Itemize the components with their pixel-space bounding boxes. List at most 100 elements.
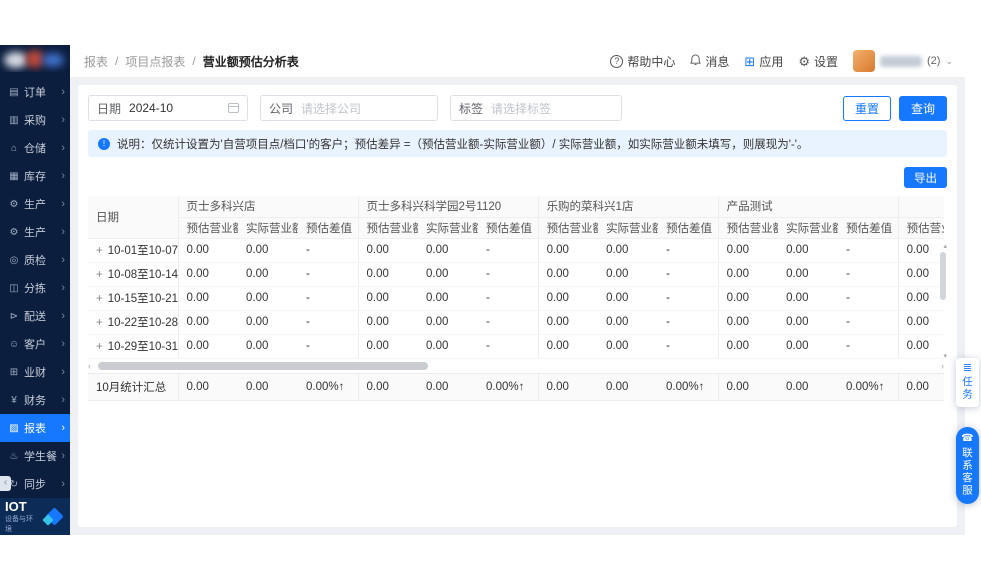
- expand-icon[interactable]: +: [96, 293, 103, 305]
- user-menu[interactable]: (2) ⌄: [853, 50, 953, 72]
- scroll-right-icon[interactable]: ›: [941, 360, 944, 372]
- chevron-right-icon: ›: [61, 394, 65, 407]
- sidebar-item-配送[interactable]: ⊳ 配送 ›: [0, 302, 70, 330]
- value-cell: -: [658, 310, 719, 335]
- breadcrumb-item-2[interactable]: 项目点报表: [125, 53, 185, 70]
- column-subheader: 预估营业额: [357, 217, 419, 239]
- date-filter-input[interactable]: 日期 2024-10: [88, 95, 248, 121]
- column-subheader: 实际营业额: [418, 217, 479, 239]
- company-filter-input[interactable]: 公司 请选择公司: [260, 95, 438, 121]
- scroll-down-icon[interactable]: ▾: [943, 352, 947, 360]
- vscroll-thumb[interactable]: [940, 252, 946, 300]
- reset-button[interactable]: 重置: [842, 95, 891, 121]
- sidebar-item-报表[interactable]: ▨ 报表 ›: [0, 414, 70, 443]
- hscroll-thumb[interactable]: [98, 361, 428, 370]
- expand-icon[interactable]: +: [96, 341, 103, 353]
- apps-grid-icon: ⊞: [744, 53, 756, 69]
- messages-button[interactable]: 消息: [690, 53, 729, 70]
- scroll-up-icon[interactable]: ▴: [943, 242, 947, 250]
- sidebar-item-仓储[interactable]: ⌂ 仓储 ›: [0, 134, 70, 162]
- sidebar-item-生产[interactable]: ⚙ 生产 ›: [0, 190, 70, 218]
- customer-service-widget[interactable]: ☎ 联系客服: [956, 427, 979, 504]
- row-date-cell: +10-15至10-21: [88, 286, 178, 311]
- value-cell: 0.00: [177, 262, 238, 287]
- sidebar-item-库存[interactable]: ▦ 库存 ›: [0, 162, 70, 190]
- sidebar-item-学生餐[interactable]: ♨ 学生餐 ›: [0, 442, 70, 470]
- sidebar-item-分拣[interactable]: ◫ 分拣 ›: [0, 274, 70, 302]
- tag-filter-input[interactable]: 标签 请选择标签: [450, 95, 622, 121]
- table-row: +10-08至10-14 0.00 0.00-0.00 0.00-0.00 0.00-0…: [88, 262, 945, 287]
- summary-cell: 0.00: [357, 372, 418, 401]
- task-widget[interactable]: ≣ 任务: [956, 358, 979, 407]
- horizontal-scrollbar[interactable]: ‹ ›: [88, 360, 944, 372]
- help-center-button[interactable]: ? 帮助中心: [610, 53, 675, 70]
- sidebar-item-label: 分拣: [24, 283, 46, 296]
- expand-icon[interactable]: +: [96, 269, 103, 281]
- value-cell: 0.00: [897, 238, 945, 263]
- settings-button[interactable]: ⚙ 设置: [798, 53, 838, 70]
- column-group-header: 产品测试: [717, 196, 899, 218]
- table-header-row-groups: 日期 页士多科兴店 页士多科兴科学园2号1120 乐购的菜科兴1店 产品测试: [88, 196, 945, 239]
- chevron-right-icon: ›: [61, 310, 65, 323]
- value-cell: 0.00: [778, 286, 839, 311]
- sorting-icon: ◫: [9, 282, 19, 294]
- sidebar-item-采购[interactable]: ▥ 采购 ›: [0, 106, 70, 134]
- sidebar-item-label: 生产: [24, 199, 46, 212]
- table-row: +10-29至10-31 0.00 0.00-0.00 0.00-0.00 0.00-0…: [88, 334, 945, 359]
- chevron-right-icon: ›: [61, 170, 65, 183]
- breadcrumb-item-1[interactable]: 报表: [84, 53, 108, 70]
- chevron-right-icon: ›: [61, 282, 65, 295]
- summary-cell: 0.00: [537, 372, 598, 401]
- sidebar-item-财务[interactable]: ¥ 财务 ›: [0, 386, 70, 414]
- content-area: 日期 2024-10 公司 请选择公司 标签 请选择标签 重置 查询 ! 说明：…: [70, 78, 965, 535]
- column-subheader: 预估营业额: [177, 217, 238, 239]
- value-cell: 0.00: [418, 310, 479, 335]
- chevron-right-icon: ›: [61, 422, 65, 435]
- business-finance-icon: ⊞: [9, 366, 19, 378]
- export-button[interactable]: 导出: [904, 167, 947, 188]
- value-cell: 0.00: [537, 310, 599, 335]
- sidebar-collapse-button[interactable]: ‹: [0, 476, 11, 491]
- notice-banner: ! 说明：仅统计设置为'自营项目点/档口'的客户；预估差异 =（预估营业额-实际…: [88, 130, 947, 157]
- value-cell: 0.00: [238, 334, 298, 359]
- value-cell: 0.00: [238, 262, 298, 287]
- iot-logo-graphic: [42, 506, 65, 528]
- scroll-left-icon[interactable]: ‹: [88, 360, 91, 372]
- iot-logo-text: IOT: [5, 498, 27, 514]
- apps-button[interactable]: ⊞ 应用: [744, 53, 783, 70]
- sidebar-item-客户[interactable]: ☺ 客户 ›: [0, 330, 70, 358]
- column-subheader: 预估差值: [658, 217, 719, 239]
- sidebar-item-label: 生产: [24, 227, 46, 240]
- value-cell: -: [658, 238, 719, 263]
- sidebar-item-生产[interactable]: ⚙ 生产 ›: [0, 218, 70, 246]
- table-row: +10-01至10-07 0.00 0.00-0.00 0.00-0.00 0.00-0…: [88, 238, 945, 263]
- top-header: 报表 / 项目点报表 / 营业额预估分析表 ? 帮助中心 消息 ⊞ 应用 ⚙ 设…: [70, 45, 965, 78]
- value-cell: -: [478, 310, 539, 335]
- chevron-right-icon: ›: [61, 142, 65, 155]
- summary-table: 10月统计汇总 0.00 0.00 0.00%↑ 0.00 0.00 0.00%↑ 0.00 0…: [88, 372, 944, 401]
- chevron-right-icon: ›: [61, 254, 65, 267]
- value-cell: 0.00: [177, 238, 238, 263]
- value-cell: 0.00: [717, 238, 779, 263]
- column-group-header-overflow: [897, 196, 945, 218]
- finance-icon: ¥: [11, 394, 17, 406]
- calendar-icon: [228, 103, 239, 113]
- sidebar-item-订单[interactable]: ▤ 订单 ›: [0, 78, 70, 106]
- expand-icon[interactable]: +: [96, 317, 103, 329]
- value-cell: -: [478, 286, 539, 311]
- sidebar-item-业财[interactable]: ⊞ 业财 ›: [0, 358, 70, 386]
- sidebar-item-质检[interactable]: ◎ 质检 ›: [0, 246, 70, 274]
- delivery-icon: ⊳: [9, 310, 19, 322]
- summary-cell: 0.00: [598, 372, 658, 401]
- sidebar-item-label: 客户: [24, 339, 46, 352]
- quality-check-icon: ◎: [9, 254, 19, 266]
- column-subheader: 预估差值: [478, 217, 539, 239]
- tag-filter-placeholder: 请选择标签: [491, 101, 552, 116]
- expand-icon[interactable]: +: [96, 245, 103, 257]
- search-button[interactable]: 查询: [898, 95, 947, 121]
- sidebar-item-label: 订单: [24, 87, 46, 100]
- value-cell: 0.00: [778, 238, 839, 263]
- breadcrumb-current: 营业额预估分析表: [202, 54, 299, 69]
- bell-icon: [690, 53, 702, 69]
- messages-label: 消息: [705, 54, 730, 69]
